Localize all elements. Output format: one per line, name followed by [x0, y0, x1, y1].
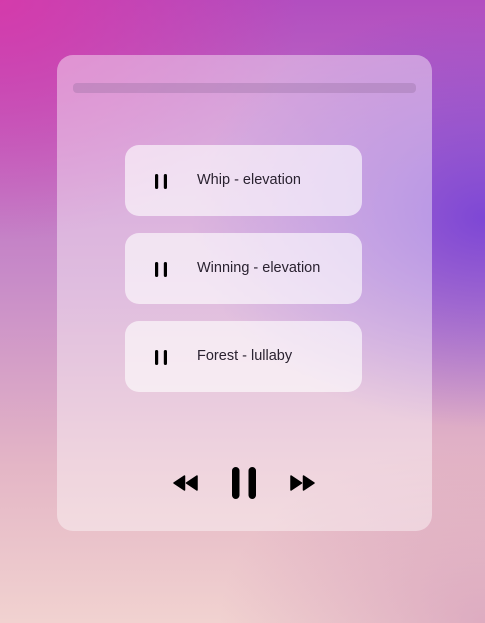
- track-item-winning[interactable]: Winning - elevation: [125, 233, 362, 304]
- rewind-icon[interactable]: [172, 475, 199, 491]
- track-item-whip[interactable]: Whip - elevation: [125, 145, 362, 216]
- track-title: Winning - elevation: [197, 260, 321, 276]
- progress-bar[interactable]: [73, 83, 416, 93]
- fast-forward-icon[interactable]: [289, 475, 316, 491]
- track-title: Whip - elevation: [197, 172, 301, 188]
- pause-icon[interactable]: [154, 262, 168, 277]
- pause-icon[interactable]: [154, 350, 168, 365]
- track-item-forest[interactable]: Forest - lullaby: [125, 321, 362, 392]
- track-list: Whip - elevation Winning - elevation For…: [125, 145, 362, 409]
- playback-controls: [57, 467, 432, 499]
- music-player-card: Whip - elevation Winning - elevation For…: [57, 55, 432, 531]
- play-pause-button[interactable]: [231, 467, 257, 499]
- pause-icon[interactable]: [154, 174, 168, 189]
- track-title: Forest - lullaby: [197, 348, 293, 364]
